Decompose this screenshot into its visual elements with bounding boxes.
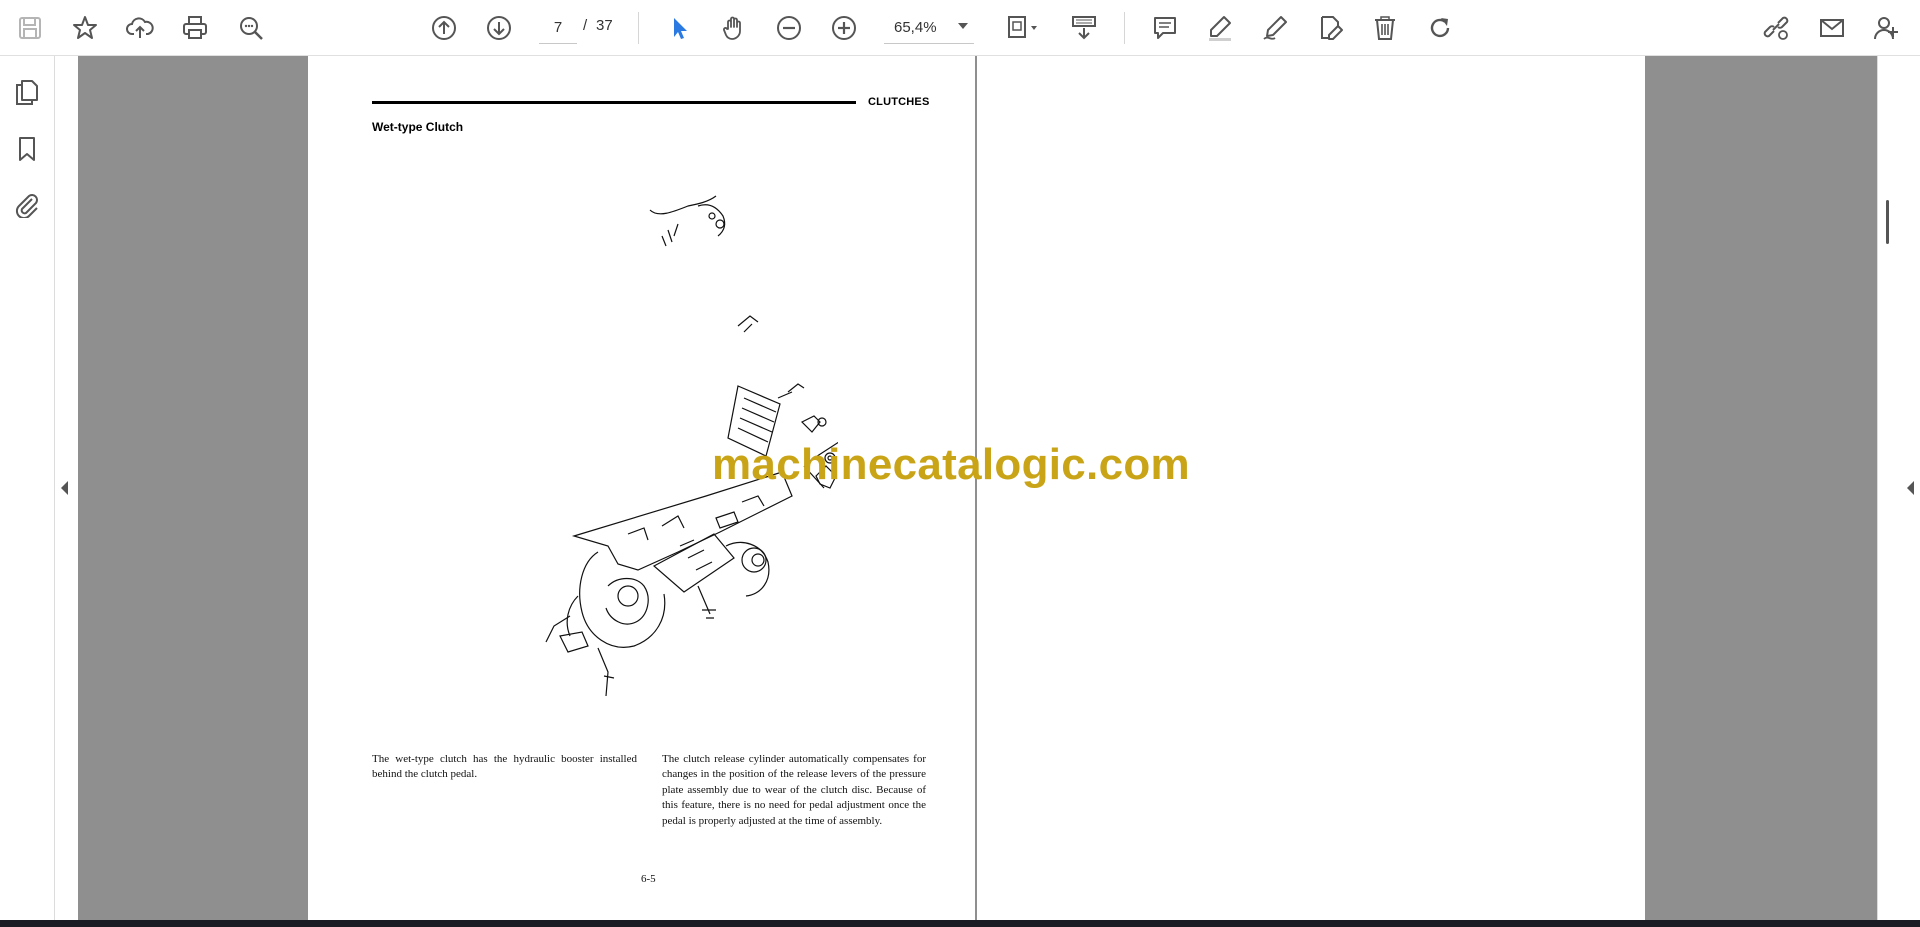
page-up-icon[interactable] xyxy=(426,10,462,46)
scroll-mode-icon[interactable] xyxy=(1066,10,1102,46)
draw-pen-icon[interactable] xyxy=(1257,10,1293,46)
page-thumbnails-icon[interactable] xyxy=(11,76,43,108)
chevron-down-icon xyxy=(958,23,968,29)
page-number: 6-5 xyxy=(641,873,656,885)
left-navigation-panel xyxy=(0,56,55,920)
toolbar-divider xyxy=(1124,12,1125,44)
page-number-input[interactable]: 7 xyxy=(539,11,577,44)
watermark: machinecatalogic.com xyxy=(712,440,1190,489)
search-zoom-icon[interactable] xyxy=(233,10,269,46)
taskbar-strip xyxy=(0,920,1920,927)
share-link-icon[interactable] xyxy=(1759,10,1795,46)
page-title: Wet-type Clutch xyxy=(372,120,464,134)
highlight-icon[interactable] xyxy=(1202,10,1238,46)
rotate-icon[interactable] xyxy=(1422,10,1458,46)
save-icon[interactable] xyxy=(12,10,48,46)
scrollbar-thumb[interactable] xyxy=(1886,200,1889,244)
main-toolbar: 7 / 37 65,4% xyxy=(0,0,1920,56)
collapse-left-panel-icon[interactable] xyxy=(61,481,68,495)
bookmark-star-icon[interactable] xyxy=(67,10,103,46)
section-label: CLUTCHES xyxy=(868,96,930,108)
zoom-level-select[interactable]: 65,4% xyxy=(884,11,974,44)
hand-tool-icon[interactable] xyxy=(716,10,752,46)
print-icon[interactable] xyxy=(177,10,213,46)
zoom-level-value: 65,4% xyxy=(894,18,937,36)
comment-icon[interactable] xyxy=(1147,10,1183,46)
email-icon[interactable] xyxy=(1814,10,1850,46)
paragraph-left: The wet-type clutch has the hydraulic bo… xyxy=(372,753,637,781)
delete-icon[interactable] xyxy=(1367,10,1403,46)
paragraph-right: The clutch release cylinder automaticall… xyxy=(662,753,926,827)
page-display-icon[interactable] xyxy=(1000,10,1046,46)
zoom-in-icon[interactable] xyxy=(826,10,862,46)
upload-cloud-icon[interactable] xyxy=(122,10,158,46)
add-user-icon[interactable] xyxy=(1869,10,1905,46)
header-rule xyxy=(372,101,856,104)
expand-right-panel-icon[interactable] xyxy=(1907,481,1914,495)
page-down-icon[interactable] xyxy=(481,10,517,46)
zoom-out-icon[interactable] xyxy=(771,10,807,46)
fill-sign-icon[interactable] xyxy=(1312,10,1348,46)
bookmarks-icon[interactable] xyxy=(11,133,43,165)
select-arrow-icon[interactable] xyxy=(661,10,697,46)
toolbar-divider xyxy=(638,12,639,44)
page-separator: / xyxy=(583,17,588,34)
page-total: 37 xyxy=(596,17,613,34)
attachments-icon[interactable] xyxy=(11,188,43,220)
